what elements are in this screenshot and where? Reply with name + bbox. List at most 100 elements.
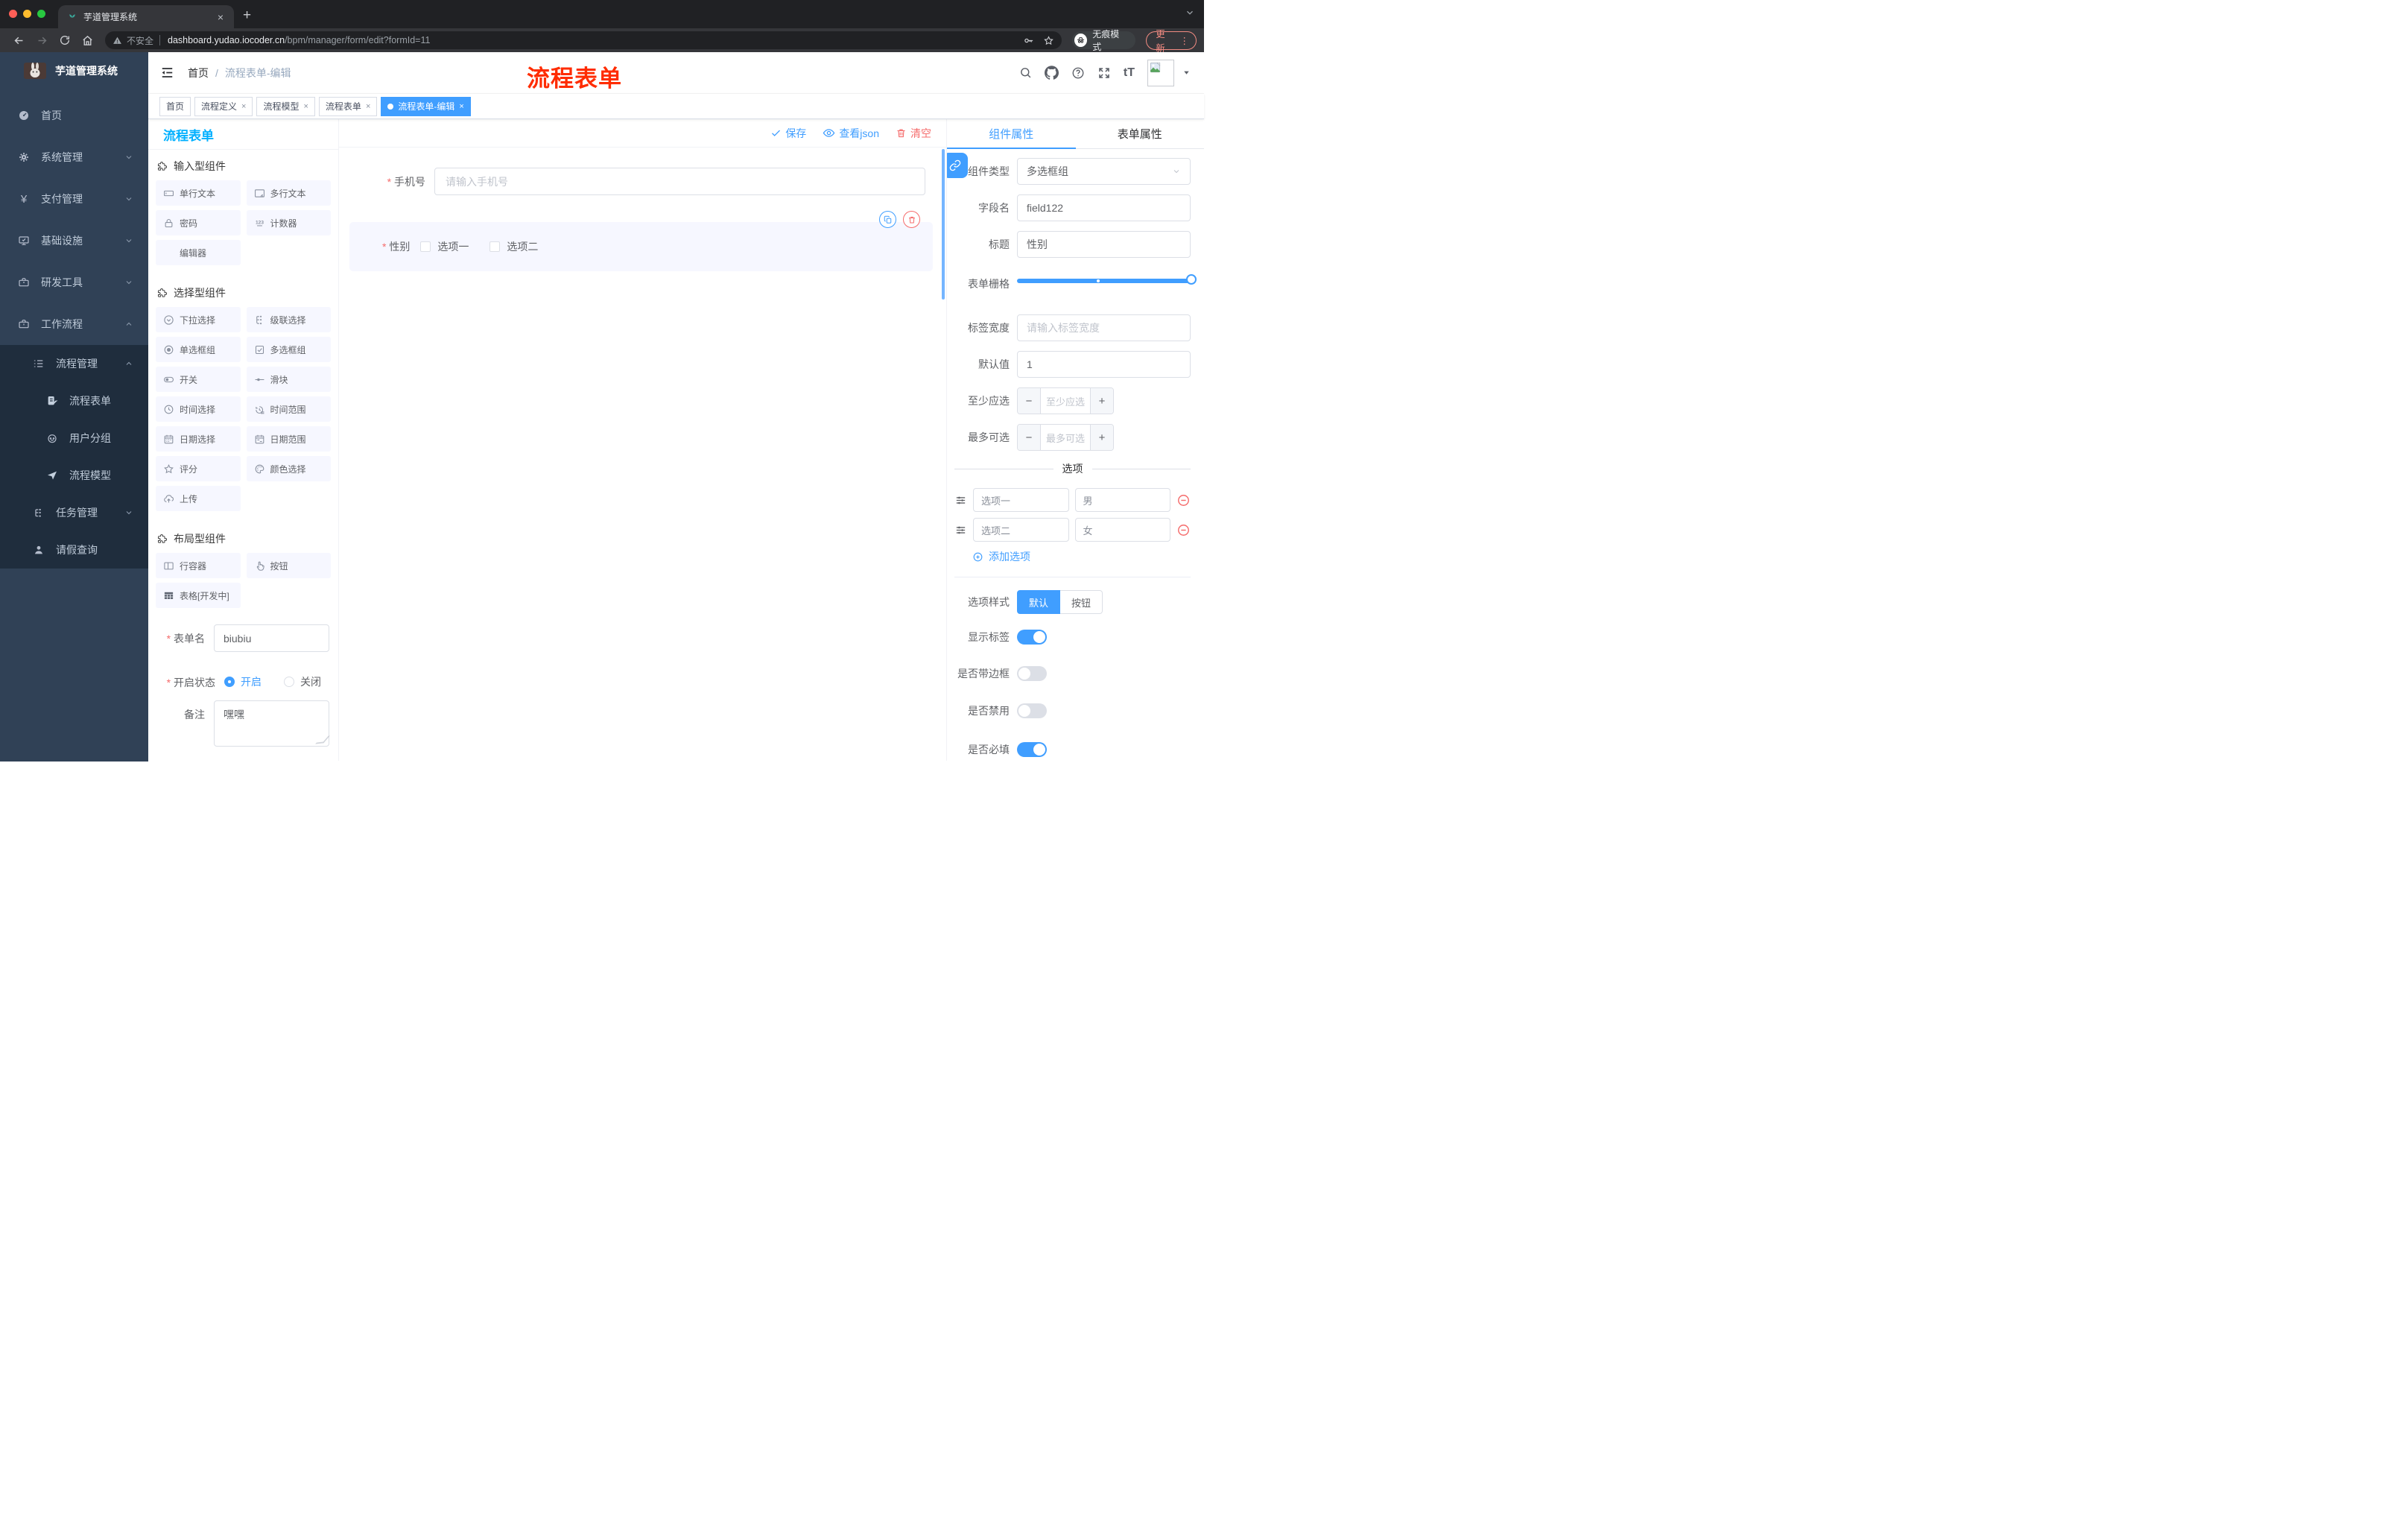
drag-handle-icon[interactable] — [954, 494, 967, 507]
palette-item-date-picker[interactable]: 日期选择 — [156, 426, 241, 452]
save-button[interactable]: 保存 — [770, 126, 806, 141]
reload-icon[interactable] — [59, 34, 71, 46]
radio-on-label[interactable]: 开启 — [241, 674, 262, 689]
tag-process-form[interactable]: 流程表单 × — [318, 96, 378, 116]
drag-handle-icon[interactable] — [954, 524, 967, 536]
add-option-button[interactable]: 添加选项 — [972, 549, 1191, 564]
gender-option-2[interactable]: 选项二 — [489, 239, 538, 254]
sidebar-item-process-mgmt[interactable]: 流程管理 — [0, 345, 148, 382]
palette-item-upload[interactable]: 上传 — [156, 486, 241, 511]
url-path[interactable]: /bpm/manager/form/edit?formId=11 — [285, 35, 430, 45]
form-remark-textarea[interactable]: 嘿嘿 — [214, 700, 329, 747]
tag-close-icon[interactable]: × — [303, 102, 308, 111]
palette-item-password[interactable]: 密码 — [156, 210, 241, 235]
sidebar-item-home[interactable]: 首页 — [0, 95, 148, 136]
forward-icon[interactable] — [36, 34, 48, 47]
tab-form-props[interactable]: 表单属性 — [1076, 119, 1205, 148]
text-size-icon[interactable]: tT — [1124, 66, 1135, 80]
sidebar-item-leave-query[interactable]: 请假查询 — [0, 531, 148, 569]
close-window-button[interactable] — [9, 10, 17, 18]
tag-process-form-edit[interactable]: 流程表单-编辑 × — [381, 96, 471, 116]
search-icon[interactable] — [1019, 66, 1032, 79]
palette-item-select[interactable]: 下拉选择 — [156, 307, 241, 332]
bookmark-star-icon[interactable] — [1043, 35, 1054, 46]
new-tab-button[interactable]: + — [243, 7, 251, 24]
sidebar-item-system[interactable]: 系统管理 — [0, 136, 148, 178]
sidebar-item-process-form[interactable]: 流程表单 — [0, 382, 148, 419]
canvas-scrollbar-thumb[interactable] — [942, 149, 945, 300]
default-value-input[interactable]: 1 — [1017, 351, 1191, 378]
stepper-minus-button[interactable]: − — [1018, 388, 1040, 414]
view-json-button[interactable]: 查看json — [823, 126, 879, 141]
canvas-field-phone[interactable]: 手机号 请输入手机号 — [339, 168, 925, 195]
palette-item-radio-group[interactable]: 单选框组 — [156, 337, 241, 362]
option-value-input[interactable]: 男 — [1074, 488, 1170, 512]
not-secure-label[interactable]: 不安全 — [127, 34, 153, 47]
stepper-input[interactable]: 至少应选 — [1040, 388, 1091, 414]
tab-search-chevron-icon[interactable] — [1185, 7, 1195, 18]
slider-handle[interactable] — [1186, 274, 1197, 285]
label-width-input[interactable]: 请输入标签宽度 — [1017, 314, 1191, 341]
sidebar-item-process-model[interactable]: 流程模型 — [0, 457, 148, 494]
option-value-input[interactable]: 女 — [1074, 518, 1170, 542]
not-secure-warning-icon[interactable] — [113, 36, 122, 45]
option-label-input[interactable]: 选项一 — [973, 488, 1069, 512]
sidebar-item-infra[interactable]: 基础设施 — [0, 220, 148, 262]
palette-item-switch[interactable]: 开关 — [156, 367, 241, 392]
clear-button[interactable]: 清空 — [896, 126, 931, 141]
style-button-button[interactable]: 按钮 — [1060, 590, 1103, 614]
radio-on[interactable] — [224, 677, 235, 687]
palette-item-rate[interactable]: 评分 — [156, 456, 241, 481]
sidebar-item-task-mgmt[interactable]: 任务管理 — [0, 494, 148, 531]
home-icon[interactable] — [81, 34, 94, 47]
stepper-plus-button[interactable]: + — [1091, 388, 1113, 414]
palette-item-single-line-text[interactable]: 单行文本 — [156, 180, 241, 206]
remove-option-button[interactable] — [1176, 493, 1191, 507]
palette-item-counter[interactable]: 123 计数器 — [246, 210, 331, 235]
breadcrumb-home[interactable]: 首页 — [188, 66, 209, 80]
url-host[interactable]: dashboard.yudao.iocoder.cn — [168, 35, 285, 45]
tag-close-icon[interactable]: × — [366, 102, 370, 111]
palette-item-checkbox-group[interactable]: 多选框组 — [246, 337, 331, 362]
avatar-broken-image[interactable] — [1147, 59, 1174, 86]
palette-item-color-picker[interactable]: 颜色选择 — [246, 456, 331, 481]
disabled-toggle[interactable] — [1017, 703, 1047, 718]
component-type-select[interactable]: 多选框组 — [1017, 158, 1191, 185]
stepper-input[interactable]: 最多可选 — [1040, 425, 1091, 450]
gender-option-1[interactable]: 选项一 — [420, 239, 469, 254]
form-name-input[interactable]: biubiu — [214, 624, 329, 652]
radio-off-label[interactable]: 关闭 — [300, 674, 321, 689]
palette-item-table-dev[interactable]: 表格[开发中] — [156, 583, 241, 608]
sidebar-item-devtools[interactable]: 研发工具 — [0, 262, 148, 303]
address-bar[interactable]: 不安全 dashboard.yudao.iocoder.cn/bpm/manag… — [105, 31, 1062, 49]
password-key-icon[interactable] — [1023, 35, 1034, 46]
sidebar-item-workflow[interactable]: 工作流程 — [0, 303, 148, 345]
palette-item-date-range[interactable]: 日期范围 — [246, 426, 331, 452]
tag-close-icon[interactable]: × — [241, 102, 246, 111]
hamburger-collapse-icon[interactable] — [160, 66, 174, 80]
stepper-plus-button[interactable]: + — [1091, 425, 1113, 450]
palette-item-button[interactable]: 按钮 — [246, 553, 331, 578]
caret-down-icon[interactable] — [1182, 69, 1191, 77]
phone-input[interactable]: 请输入手机号 — [434, 168, 925, 195]
tag-home[interactable]: 首页 — [159, 96, 191, 116]
palette-item-editor[interactable]: 编辑器 — [156, 240, 241, 265]
option-label-input[interactable]: 选项二 — [973, 518, 1069, 542]
palette-item-time-range[interactable]: 时间范围 — [246, 396, 331, 422]
zoom-window-button[interactable] — [37, 10, 45, 18]
browser-tab[interactable]: 芋道管理系统 × — [58, 5, 234, 28]
tag-process-definition[interactable]: 流程定义 × — [194, 96, 253, 116]
palette-item-cascader[interactable]: 级联选择 — [246, 307, 331, 332]
duplicate-component-button[interactable] — [879, 211, 896, 228]
radio-off[interactable] — [284, 677, 294, 687]
palette-item-slider[interactable]: 滑块 — [246, 367, 331, 392]
title-input[interactable]: 性别 — [1017, 231, 1191, 258]
palette-item-multi-line-text[interactable]: 多行文本 — [246, 180, 331, 206]
window-controls[interactable] — [9, 10, 45, 18]
remove-option-button[interactable] — [1176, 523, 1191, 537]
style-default-button[interactable]: 默认 — [1017, 590, 1061, 614]
back-icon[interactable] — [13, 34, 25, 47]
browser-menu-dots-icon[interactable]: ⋮ — [1180, 35, 1190, 46]
sidebar-item-user-group[interactable]: 用户分组 — [0, 419, 148, 457]
delete-component-button[interactable] — [903, 211, 920, 228]
